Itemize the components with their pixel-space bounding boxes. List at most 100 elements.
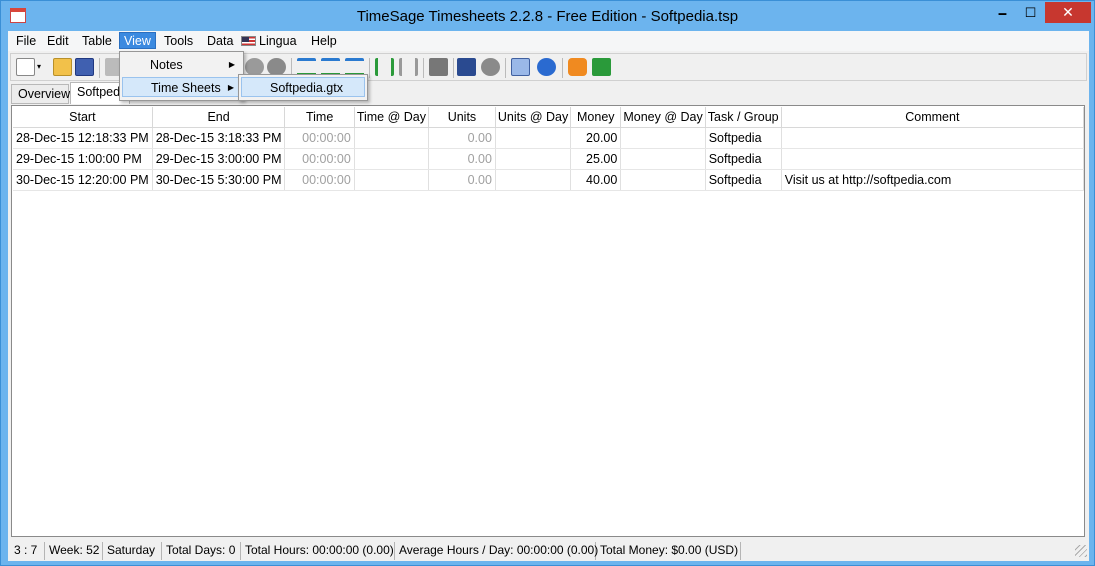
cell-time-day[interactable]	[354, 127, 430, 149]
tab-overview[interactable]: Overview	[11, 84, 70, 104]
insert-column-icon[interactable]	[375, 58, 394, 76]
submenu-arrow-icon: ▶	[228, 60, 235, 69]
help-icon[interactable]	[537, 58, 556, 76]
column-header[interactable]: End	[152, 107, 286, 128]
submenu-item-softpedia-gtx[interactable]: Softpedia.gtx	[241, 77, 365, 97]
delete-column-icon[interactable]	[399, 58, 418, 76]
cell-time[interactable]: 00:00:00	[284, 148, 355, 170]
toolbar-separator	[562, 58, 563, 78]
close-button[interactable]: ✕	[1045, 2, 1091, 23]
share-icon[interactable]	[592, 58, 611, 76]
client-area: File Edit Table View Tools Data Lingua H…	[8, 31, 1089, 561]
column-header[interactable]: Start	[13, 107, 153, 128]
cell-task[interactable]: Softpedia	[705, 169, 782, 191]
column-header[interactable]: Units @ Day	[495, 107, 572, 128]
cell-money-day[interactable]	[620, 148, 706, 170]
submenu-arrow-icon: ▶	[227, 83, 234, 92]
menu-help[interactable]: Help	[311, 33, 337, 50]
menu-edit[interactable]: Edit	[47, 33, 69, 50]
menu-file[interactable]: File	[16, 33, 36, 50]
app-window: TimeSage Timesheets 2.2.8 - Free Edition…	[0, 0, 1095, 566]
toolbar-separator	[369, 58, 370, 78]
toolbar-separator	[453, 58, 454, 78]
maximize-button[interactable]: ☐	[1017, 2, 1044, 23]
cell-money-day[interactable]	[620, 169, 706, 191]
status-position: 3 : 7	[10, 542, 45, 560]
cell-start[interactable]: 29-Dec-15 1:00:00 PM	[13, 148, 153, 170]
resize-grip-icon[interactable]	[1075, 545, 1087, 557]
title-bar[interactable]: TimeSage Timesheets 2.2.8 - Free Edition…	[1, 1, 1094, 31]
column-header[interactable]: Money	[570, 107, 622, 128]
toolbar-separator	[99, 58, 100, 78]
toolbar-separator	[505, 58, 506, 78]
cell-money[interactable]: 25.00	[570, 148, 622, 170]
cell-time-day[interactable]	[354, 169, 430, 191]
edit-icon[interactable]	[429, 58, 448, 76]
save-icon[interactable]	[75, 58, 94, 76]
cell-task[interactable]: Softpedia	[705, 127, 782, 149]
cell-units[interactable]: 0.00	[428, 127, 496, 149]
cell-units-day[interactable]	[495, 169, 572, 191]
cell-start[interactable]: 30-Dec-15 12:20:00 PM	[13, 169, 153, 191]
menu-item-time-sheets-label: Time Sheets	[151, 81, 221, 95]
cell-units[interactable]: 0.00	[428, 169, 496, 191]
column-header[interactable]: Money @ Day	[620, 107, 706, 128]
cell-time[interactable]: 00:00:00	[284, 169, 355, 191]
new-dropdown-arrow-icon[interactable]: ▾	[37, 58, 45, 76]
table-header-row: Start End Time Time @ Day Units Units @ …	[13, 107, 1085, 128]
cell-task[interactable]: Softpedia	[705, 148, 782, 170]
toolbar-separator	[423, 58, 424, 78]
column-header[interactable]: Task / Group	[705, 107, 782, 128]
table-row[interactable]: 28-Dec-15 12:18:33 PM 28-Dec-15 3:18:33 …	[13, 127, 1085, 149]
menu-table[interactable]: Table	[82, 33, 112, 50]
menu-data[interactable]: Data	[207, 33, 233, 50]
menu-item-time-sheets[interactable]: Time Sheets ▶	[122, 77, 241, 97]
table-row[interactable]: 30-Dec-15 12:20:00 PM 30-Dec-15 5:30:00 …	[13, 169, 1085, 191]
view-menu-dropdown: Notes ▶ Time Sheets ▶	[119, 51, 244, 101]
calculator-icon[interactable]	[457, 58, 476, 76]
status-average-hours: Average Hours / Day: 00:00:00 (0.00)	[395, 542, 598, 560]
cell-comment[interactable]: Visit us at http://softpedia.com	[781, 169, 1085, 191]
keyboard-icon[interactable]	[511, 58, 530, 76]
time-sheets-submenu: Softpedia.gtx	[238, 74, 368, 101]
cell-units-day[interactable]	[495, 148, 572, 170]
cell-money[interactable]: 20.00	[570, 127, 622, 149]
cell-time-day[interactable]	[354, 148, 430, 170]
cell-comment[interactable]	[781, 148, 1085, 170]
column-header[interactable]: Units	[428, 107, 496, 128]
cell-end[interactable]: 29-Dec-15 3:00:00 PM	[152, 148, 286, 170]
menu-lingua[interactable]: Lingua	[241, 33, 297, 50]
stop-icon[interactable]	[481, 58, 500, 76]
cell-money[interactable]: 40.00	[570, 169, 622, 191]
cell-units[interactable]: 0.00	[428, 148, 496, 170]
cell-comment[interactable]	[781, 127, 1085, 149]
cell-start[interactable]: 28-Dec-15 12:18:33 PM	[13, 127, 153, 149]
menu-item-notes[interactable]: Notes ▶	[122, 55, 241, 75]
cell-time[interactable]: 00:00:00	[284, 127, 355, 149]
status-week: Week: 52	[45, 542, 103, 560]
menu-bar: File Edit Table View Tools Data Lingua H…	[8, 31, 1089, 51]
status-day: Saturday	[103, 542, 162, 560]
table-row[interactable]: 29-Dec-15 1:00:00 PM 29-Dec-15 3:00:00 P…	[13, 148, 1085, 170]
new-file-icon[interactable]	[16, 58, 35, 76]
open-folder-icon[interactable]	[53, 58, 72, 76]
window-title: TimeSage Timesheets 2.2.8 - Free Edition…	[356, 8, 739, 25]
us-flag-icon	[241, 36, 256, 46]
column-header[interactable]: Time @ Day	[354, 107, 430, 128]
column-header[interactable]: Comment	[781, 107, 1085, 128]
cell-end[interactable]: 30-Dec-15 5:30:00 PM	[152, 169, 286, 191]
menu-item-notes-label: Notes	[150, 58, 183, 72]
minimize-button[interactable]: 🗕	[989, 2, 1016, 23]
column-header[interactable]: Time	[284, 107, 355, 128]
cell-end[interactable]: 28-Dec-15 3:18:33 PM	[152, 127, 286, 149]
menu-lingua-label: Lingua	[259, 34, 297, 48]
status-total-days: Total Days: 0	[162, 542, 241, 560]
menu-view[interactable]: View	[119, 32, 156, 49]
menu-tools[interactable]: Tools	[164, 33, 193, 50]
timesheet-grid[interactable]: Start End Time Time @ Day Units Units @ …	[11, 105, 1085, 537]
cell-units-day[interactable]	[495, 127, 572, 149]
home-icon[interactable]	[568, 58, 587, 76]
cell-money-day[interactable]	[620, 127, 706, 149]
status-total-money: Total Money: $0.00 (USD)	[596, 542, 741, 560]
status-bar: 3 : 7 Week: 52 Saturday Total Days: 0 To…	[8, 540, 1089, 561]
